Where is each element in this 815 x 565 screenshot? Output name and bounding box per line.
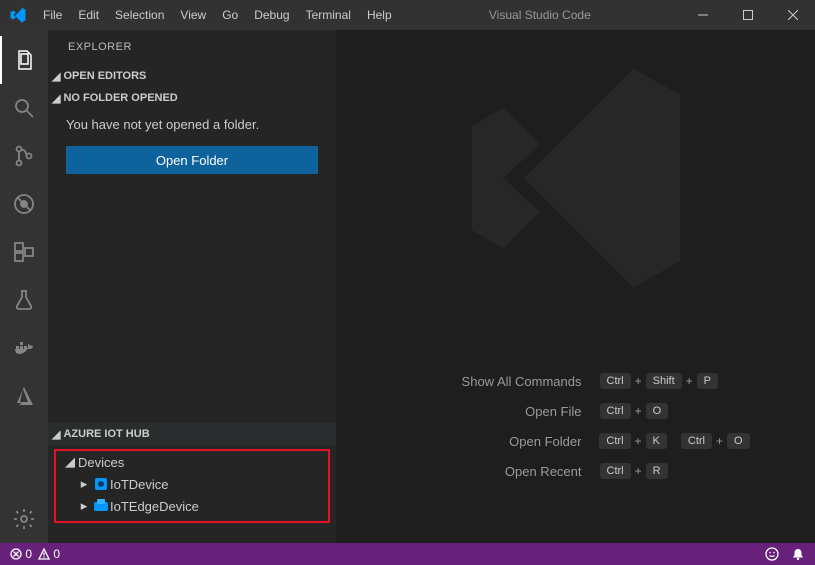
devices-highlight: ◢ Devices ▸ IoTDevice ▸	[54, 449, 330, 523]
explorer-sidebar: EXPLORER ◢ OPEN EDITORS ◢ NO FOLDER OPEN…	[48, 30, 336, 543]
chevron-right-icon: ▸	[76, 498, 92, 514]
editor-area: Show All Commands Ctrl + Shift + P Open File Ct…	[336, 30, 815, 543]
chevron-down-icon: ◢	[52, 92, 60, 105]
shortcut-label: Show All Commands	[402, 374, 582, 389]
plus-separator: +	[635, 464, 642, 478]
chevron-down-icon: ◢	[62, 454, 78, 470]
chevron-down-icon: ◢	[52, 428, 60, 441]
keycap: Ctrl	[600, 373, 631, 389]
section-no-folder-label: NO FOLDER OPENED	[63, 92, 177, 104]
tree-node-iotedgedevice[interactable]: ▸ IoTEdgeDevice	[56, 495, 328, 517]
main-area: EXPLORER ◢ OPEN EDITORS ◢ NO FOLDER OPEN…	[0, 30, 815, 543]
status-feedback-icon[interactable]	[765, 547, 779, 561]
activity-docker-icon[interactable]	[0, 324, 48, 372]
menu-view[interactable]: View	[172, 0, 214, 30]
activity-settings-icon[interactable]	[0, 495, 48, 543]
warning-count: 0	[53, 547, 60, 561]
activity-test-icon[interactable]	[0, 276, 48, 324]
chevron-down-icon: ◢	[52, 70, 60, 83]
keycap: O	[646, 403, 669, 419]
keycap: P	[697, 373, 718, 389]
status-bar: 0 0	[0, 543, 815, 565]
minimize-button[interactable]	[680, 0, 725, 30]
device-label: IoTDevice	[110, 477, 169, 492]
sidebar-title: EXPLORER	[48, 30, 336, 65]
section-open-editors-label: OPEN EDITORS	[63, 70, 146, 82]
error-count: 0	[25, 547, 32, 561]
activity-explorer-icon[interactable]	[0, 36, 48, 84]
chevron-right-icon: ▸	[76, 476, 92, 492]
status-notifications-icon[interactable]	[791, 547, 805, 561]
devices-label: Devices	[78, 455, 124, 470]
key-sequence: Ctrl + Shift + P	[600, 373, 750, 389]
window-controls	[680, 0, 815, 30]
menu-file[interactable]: File	[35, 0, 70, 30]
plus-separator: +	[635, 404, 642, 418]
tree-node-devices[interactable]: ◢ Devices	[56, 451, 328, 473]
activity-source-control-icon[interactable]	[0, 132, 48, 180]
activity-search-icon[interactable]	[0, 84, 48, 132]
shortcut-row: Open File Ctrl + O	[336, 403, 815, 419]
section-open-editors[interactable]: ◢ OPEN EDITORS	[48, 65, 336, 87]
menu-bar: File Edit Selection View Go Debug Termin…	[35, 0, 400, 30]
keycap: Shift	[646, 373, 682, 389]
open-folder-button[interactable]: Open Folder	[66, 146, 318, 174]
section-no-folder[interactable]: ◢ NO FOLDER OPENED	[48, 87, 336, 109]
no-folder-body: You have not yet opened a folder. Open F…	[48, 109, 336, 190]
menu-help[interactable]: Help	[359, 0, 400, 30]
plus-separator: +	[635, 434, 642, 448]
section-azure-iot-hub[interactable]: ◢ AZURE IOT HUB	[48, 423, 336, 445]
keycap: Ctrl	[600, 403, 631, 419]
shortcut-row: Open Folder Ctrl + K Ctrl + O	[336, 433, 815, 449]
tree-node-iotdevice[interactable]: ▸ IoTDevice	[56, 473, 328, 495]
keycap: R	[646, 463, 668, 479]
menu-go[interactable]: Go	[214, 0, 246, 30]
activity-bar	[0, 30, 48, 543]
activity-extensions-icon[interactable]	[0, 228, 48, 276]
vscode-watermark-icon	[446, 48, 706, 308]
plus-separator: +	[716, 434, 723, 448]
shortcut-label: Open Folder	[401, 434, 581, 449]
window-title: Visual Studio Code	[400, 8, 680, 22]
maximize-button[interactable]	[725, 0, 770, 30]
plus-separator: +	[686, 374, 693, 388]
key-sequence: Ctrl + K Ctrl + O	[599, 433, 749, 449]
keycap: K	[646, 433, 667, 449]
key-sequence: Ctrl + O	[600, 403, 750, 419]
shortcut-row: Open Recent Ctrl + R	[336, 463, 815, 479]
keycap: Ctrl	[681, 433, 712, 449]
activity-debug-icon[interactable]	[0, 180, 48, 228]
plus-separator: +	[635, 374, 642, 388]
shortcut-label: Open File	[402, 404, 582, 419]
device-icon	[92, 476, 110, 492]
keycap: Ctrl	[599, 433, 630, 449]
shortcut-row: Show All Commands Ctrl + Shift + P	[336, 373, 815, 389]
title-bar: File Edit Selection View Go Debug Termin…	[0, 0, 815, 30]
keycap: O	[727, 433, 750, 449]
welcome-shortcuts: Show All Commands Ctrl + Shift + P Open File Ct…	[336, 359, 815, 543]
key-sequence: Ctrl + R	[600, 463, 750, 479]
shortcut-label: Open Recent	[402, 464, 582, 479]
section-azure-iot-hub-label: AZURE IOT HUB	[63, 428, 149, 440]
menu-terminal[interactable]: Terminal	[298, 0, 359, 30]
keycap: Ctrl	[600, 463, 631, 479]
no-folder-message: You have not yet opened a folder.	[66, 117, 318, 132]
vscode-logo-icon	[0, 6, 35, 24]
menu-edit[interactable]: Edit	[70, 0, 107, 30]
menu-selection[interactable]: Selection	[107, 0, 172, 30]
activity-azure-icon[interactable]	[0, 372, 48, 420]
menu-debug[interactable]: Debug	[246, 0, 297, 30]
close-button[interactable]	[770, 0, 815, 30]
status-errors[interactable]: 0	[10, 547, 32, 561]
iot-hub-tree: ◢ Devices ▸ IoTDevice ▸	[48, 445, 336, 543]
device-label: IoTEdgeDevice	[110, 499, 199, 514]
edge-device-icon	[92, 498, 110, 514]
status-warnings[interactable]: 0	[38, 547, 60, 561]
